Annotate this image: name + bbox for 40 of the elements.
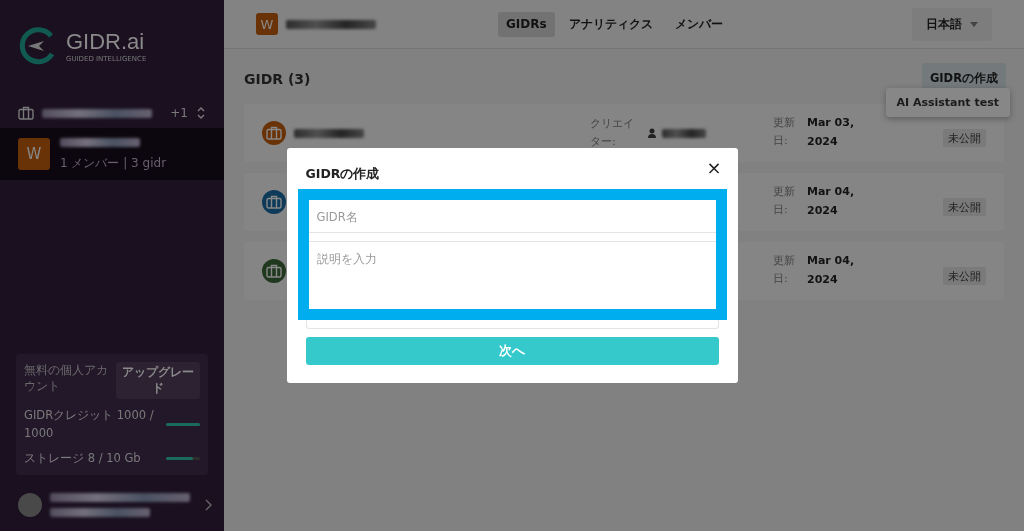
nav-tab[interactable]: メンバー [666, 11, 731, 37]
status-tag: 未公開 [943, 266, 986, 286]
text-field[interactable] [305, 320, 719, 329]
status-tag: 未公開 [943, 197, 986, 217]
caret-icon [970, 21, 978, 27]
logo-text: GIDR.ai [66, 29, 146, 55]
briefcase-icon [266, 126, 282, 140]
language-dropdown[interactable]: 日本語 [912, 7, 992, 41]
workspace-avatar: W [18, 138, 50, 170]
workspace-meta: 1 メンバー | 3 gidr [60, 155, 167, 172]
meter-label: GIDRクレジット 1000 / 1000 [24, 407, 155, 442]
updated-label: 更新日: [773, 253, 796, 287]
upgrade-button[interactable]: アップグレード [116, 362, 200, 400]
nav-tab[interactable]: アナリティクス [560, 11, 661, 37]
chevron-right-icon[interactable] [204, 499, 212, 511]
chevron-updown-icon[interactable] [196, 106, 206, 120]
updated-date: Mar 04, 2024 [807, 253, 856, 288]
workspace-avatar: W [256, 13, 278, 35]
workspace-count: +1 [170, 106, 188, 120]
briefcase-icon [266, 264, 282, 278]
briefcase-icon [18, 106, 34, 120]
updated-label: 更新日: [773, 115, 796, 149]
blurred-text [294, 128, 364, 138]
user-icon [648, 128, 656, 138]
nav-tab[interactable]: GIDRs [498, 11, 555, 37]
plan-label: 無料の個人アカウント [24, 362, 109, 395]
updated-date: Mar 04, 2024 [807, 184, 856, 219]
dropdown-menu-item[interactable]: AI Assistant test [885, 88, 1010, 117]
blurred-text [662, 128, 706, 138]
updated-label: 更新日: [773, 184, 796, 218]
status-tag: 未公開 [943, 128, 986, 148]
dialog-title: GIDRの作成 [305, 166, 380, 183]
description-input[interactable]: 説明を入力 [308, 241, 716, 309]
updated-date: Mar 03, 2024 [807, 115, 856, 150]
user-avatar [18, 493, 42, 517]
workspace-item[interactable]: W 1 メンバー | 3 gidr [0, 128, 224, 180]
name-input[interactable]: GIDR名 [308, 200, 716, 241]
meter-label: ストレージ 8 / 10 Gb [24, 449, 142, 467]
page-heading: GIDR (3) [244, 70, 311, 87]
briefcase-icon [266, 195, 282, 209]
